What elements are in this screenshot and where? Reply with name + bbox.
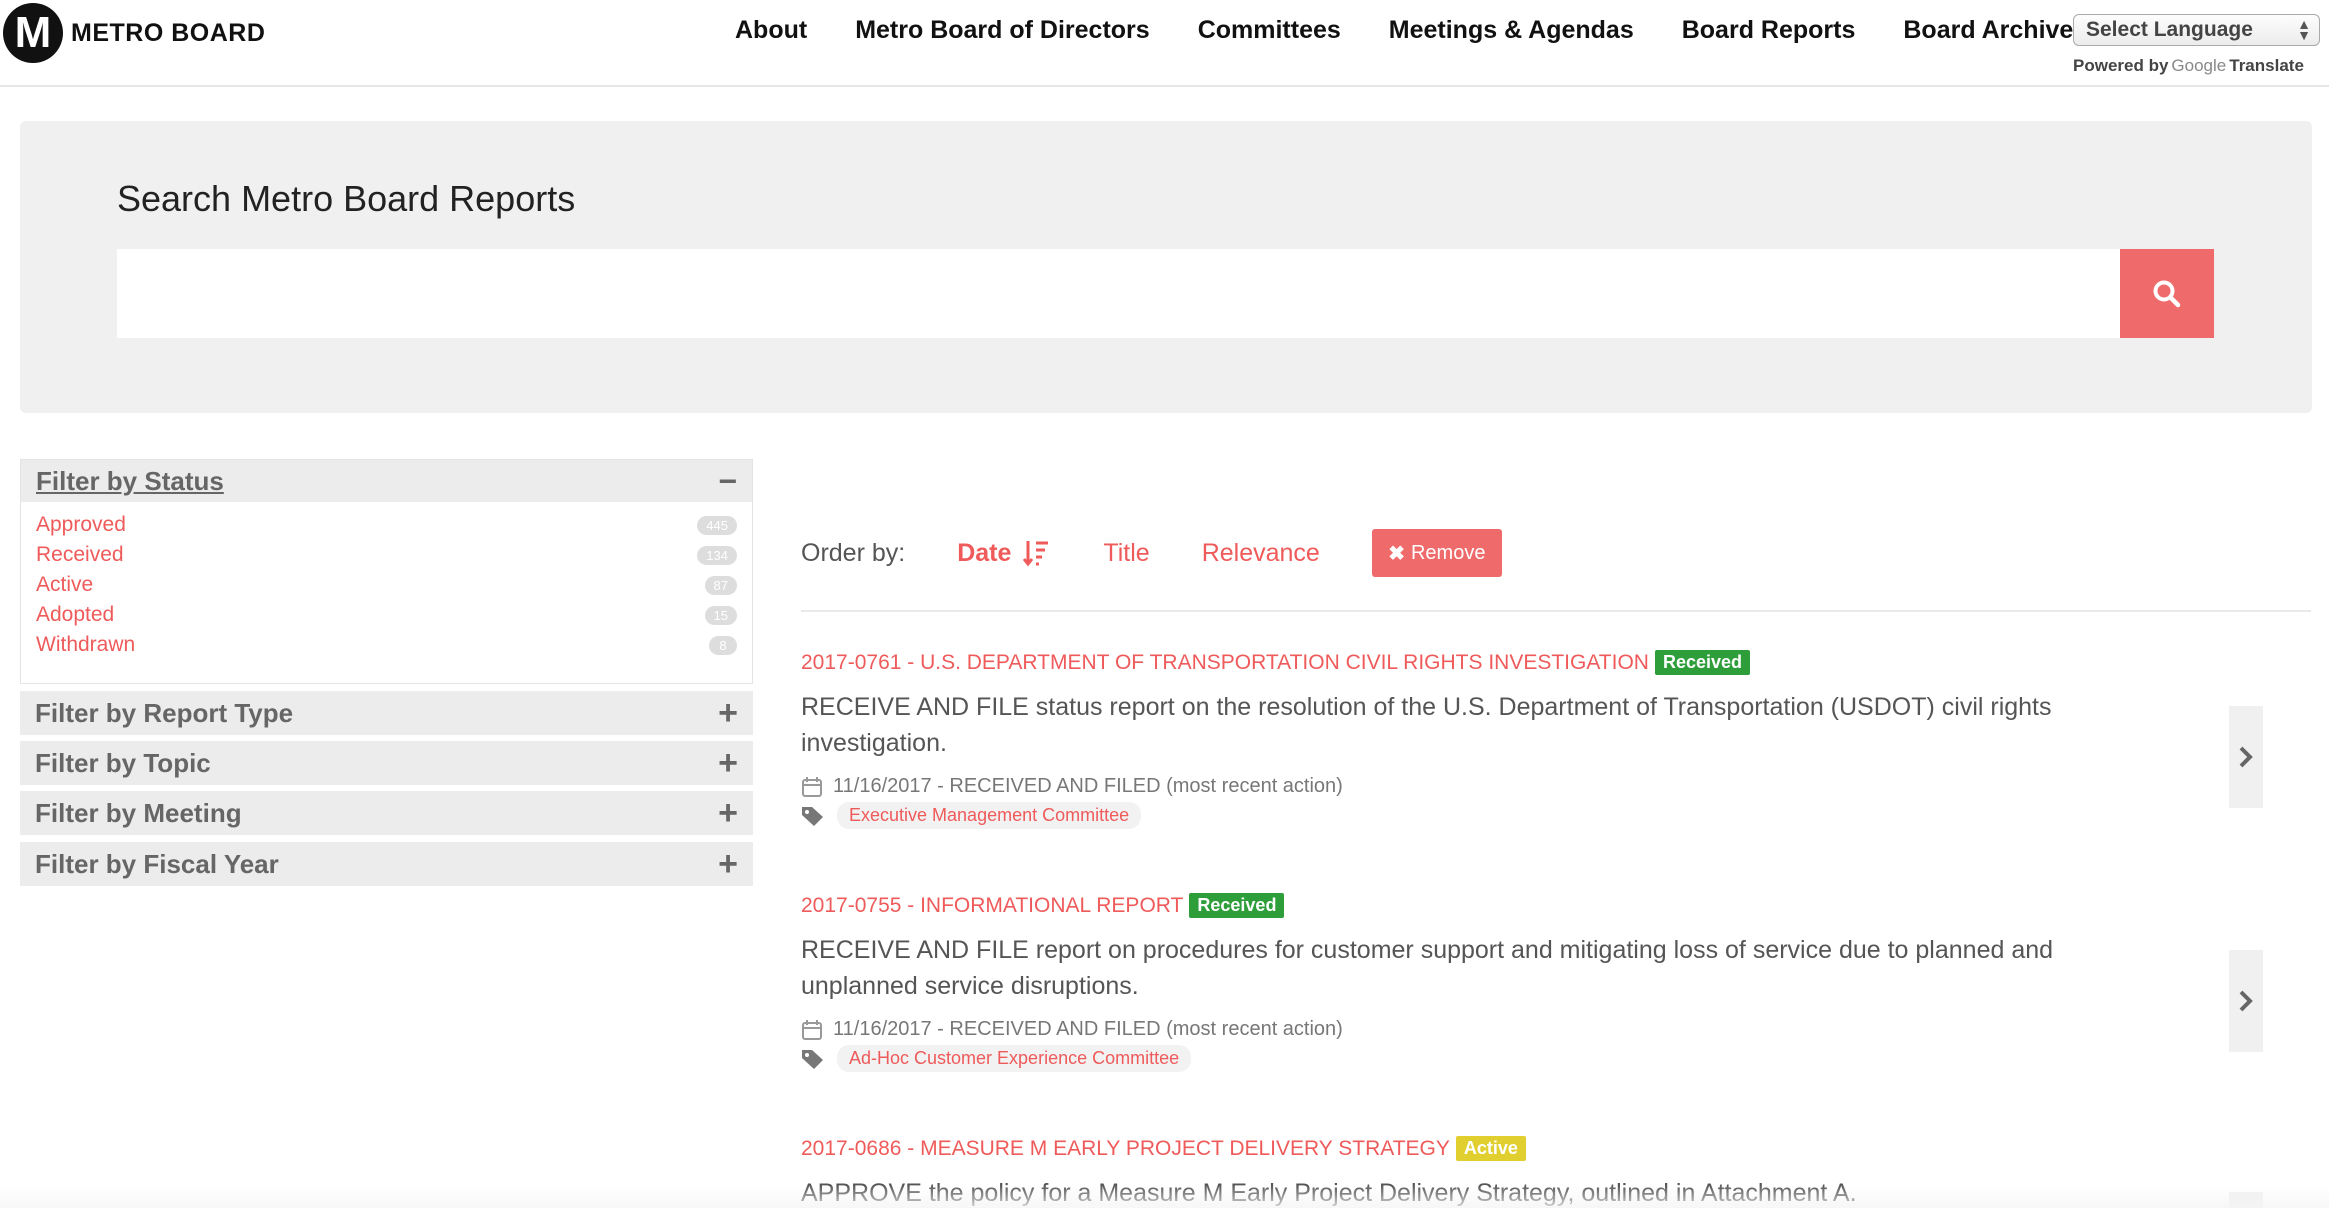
remove-button[interactable]: ✖ Remove	[1371, 529, 1502, 577]
status-adopted[interactable]: Adopted 15	[36, 600, 737, 630]
expand-icon: +	[718, 844, 738, 883]
status-approved[interactable]: Approved 445	[36, 510, 737, 540]
powered-by-text: Powered by	[2073, 56, 2169, 75]
divider	[801, 610, 2311, 612]
filter-title: Filter by Report Type	[35, 697, 294, 728]
status-received[interactable]: Received 134	[36, 540, 737, 570]
nav-about[interactable]: About	[735, 16, 807, 45]
order-date[interactable]: Date	[957, 538, 1051, 568]
search-icon	[2153, 280, 2181, 307]
status-count: 445	[697, 515, 737, 535]
status-count: 134	[697, 545, 737, 565]
filter-by-status: Filter by Status − Approved 445 Received…	[20, 459, 753, 684]
search-panel: Search Metro Board Reports	[20, 121, 2312, 413]
result-date: 11/16/2017 - RECEIVED AND FILED (most re…	[801, 775, 2241, 798]
order-date-label: Date	[957, 538, 1012, 567]
result-tags: Ad-Hoc Customer Experience Committee	[801, 1045, 2241, 1072]
filter-by-fiscal-year[interactable]: Filter by Fiscal Year +	[20, 842, 753, 886]
powered-by-google: Powered by Google Translate	[2073, 56, 2304, 76]
status-label: Received	[36, 543, 124, 566]
calendar-icon	[802, 1019, 822, 1040]
status-list: Approved 445 Received 134 Active 87 Adop…	[21, 502, 752, 660]
result-detail-button[interactable]	[2229, 706, 2263, 808]
bottom-fade	[0, 1185, 2329, 1208]
committee-tag[interactable]: Ad-Hoc Customer Experience Committee	[837, 1045, 1192, 1072]
order-title[interactable]: Title	[1103, 539, 1149, 568]
main-nav: About Metro Board of Directors Committee…	[735, 16, 2073, 45]
result-title-text: 2017-0761 - U.S. DEPARTMENT OF TRANSPORT…	[801, 650, 1649, 674]
result-description: RECEIVE AND FILE status report on the re…	[801, 693, 2052, 757]
result-title[interactable]: 2017-0761 - U.S. DEPARTMENT OF TRANSPORT…	[801, 650, 2241, 675]
order-label: Order by:	[801, 538, 906, 567]
status-label: Active	[36, 573, 94, 596]
result-item: 2017-0761 - U.S. DEPARTMENT OF TRANSPORT…	[801, 650, 2241, 829]
status-withdrawn[interactable]: Withdrawn 8	[36, 630, 737, 660]
collapse-icon: −	[718, 462, 737, 499]
status-count: 8	[709, 635, 737, 655]
chevron-right-icon	[2239, 746, 2253, 768]
filter-title: Filter by Topic	[35, 747, 211, 778]
site-header: M METRO BOARD About Metro Board of Direc…	[0, 0, 2329, 87]
result-title[interactable]: 2017-0755 - INFORMATIONAL REPORT Receive…	[801, 893, 2241, 918]
filter-title: Filter by Fiscal Year	[35, 848, 279, 879]
logo-text: METRO BOARD	[71, 18, 266, 47]
result-tags: Executive Management Committee	[801, 802, 2241, 829]
result-description: RECEIVE AND FILE report on procedures fo…	[801, 936, 2054, 1000]
google-logo: Google	[2171, 56, 2227, 75]
result-item: 2017-0755 - INFORMATIONAL REPORT Receive…	[801, 893, 2241, 1072]
filter-by-meeting[interactable]: Filter by Meeting +	[20, 791, 753, 835]
nav-committees[interactable]: Committees	[1198, 16, 1341, 45]
status-label: Withdrawn	[36, 633, 136, 656]
calendar-icon	[802, 776, 822, 797]
status-active[interactable]: Active 87	[36, 570, 737, 600]
status-label: Adopted	[36, 603, 115, 626]
result-date-text: 11/16/2017 - RECEIVED AND FILED (most re…	[833, 775, 1343, 797]
sort-descending-icon	[1023, 541, 1049, 567]
order-relevance[interactable]: Relevance	[1202, 539, 1320, 568]
status-count: 87	[704, 575, 737, 595]
status-badge: Active	[1455, 1136, 1526, 1161]
committee-tag[interactable]: Executive Management Committee	[837, 802, 1142, 829]
language-select[interactable]: Select Language ▲ ▼	[2073, 14, 2320, 46]
result-date-text: 11/16/2017 - RECEIVED AND FILED (most re…	[833, 1018, 1343, 1040]
status-label: Approved	[36, 513, 126, 536]
expand-icon: +	[718, 743, 738, 782]
nav-board-reports[interactable]: Board Reports	[1682, 16, 1856, 45]
translate-text[interactable]: Translate	[2229, 56, 2304, 75]
tag-icon	[802, 1049, 823, 1069]
search-title: Search Metro Board Reports	[117, 178, 576, 219]
filter-title: Filter by Meeting	[35, 797, 242, 828]
filter-by-topic[interactable]: Filter by Topic +	[20, 741, 753, 785]
result-title-text: 2017-0686 - MEASURE M EARLY PROJECT DELI…	[801, 1136, 1450, 1160]
metro-logo[interactable]: M METRO BOARD	[3, 3, 265, 63]
select-arrows-icon: ▲ ▼	[2297, 16, 2311, 43]
chevron-right-icon	[2239, 990, 2253, 1012]
result-title-text: 2017-0755 - INFORMATIONAL REPORT	[801, 893, 1184, 917]
nav-meetings-agendas[interactable]: Meetings & Agendas	[1389, 16, 1634, 45]
filter-status-header[interactable]: Filter by Status −	[21, 460, 752, 502]
status-badge: Received	[1189, 893, 1285, 918]
expand-icon: +	[718, 793, 738, 832]
expand-icon: +	[718, 693, 738, 732]
metro-logo-icon: M	[3, 3, 63, 63]
filter-status-title: Filter by Status	[36, 465, 224, 496]
order-bar: Order by: Date Title Relevance ✖ Remove	[801, 529, 1502, 577]
result-detail-button[interactable]	[2229, 950, 2263, 1052]
status-count: 15	[704, 605, 737, 625]
status-badge: Received	[1654, 650, 1751, 675]
result-title[interactable]: 2017-0686 - MEASURE M EARLY PROJECT DELI…	[801, 1136, 2241, 1161]
search-button[interactable]	[2120, 249, 2214, 338]
search-input[interactable]	[117, 249, 2120, 338]
remove-label: Remove	[1410, 541, 1486, 564]
nav-board-of-directors[interactable]: Metro Board of Directors	[855, 16, 1149, 45]
nav-board-archive[interactable]: Board Archive	[1903, 16, 2073, 45]
result-date: 11/16/2017 - RECEIVED AND FILED (most re…	[801, 1018, 2241, 1041]
close-icon: ✖	[1388, 542, 1405, 565]
filter-by-report-type[interactable]: Filter by Report Type +	[20, 691, 753, 735]
tag-icon	[802, 806, 823, 826]
language-select-label: Select Language	[2086, 18, 2253, 41]
